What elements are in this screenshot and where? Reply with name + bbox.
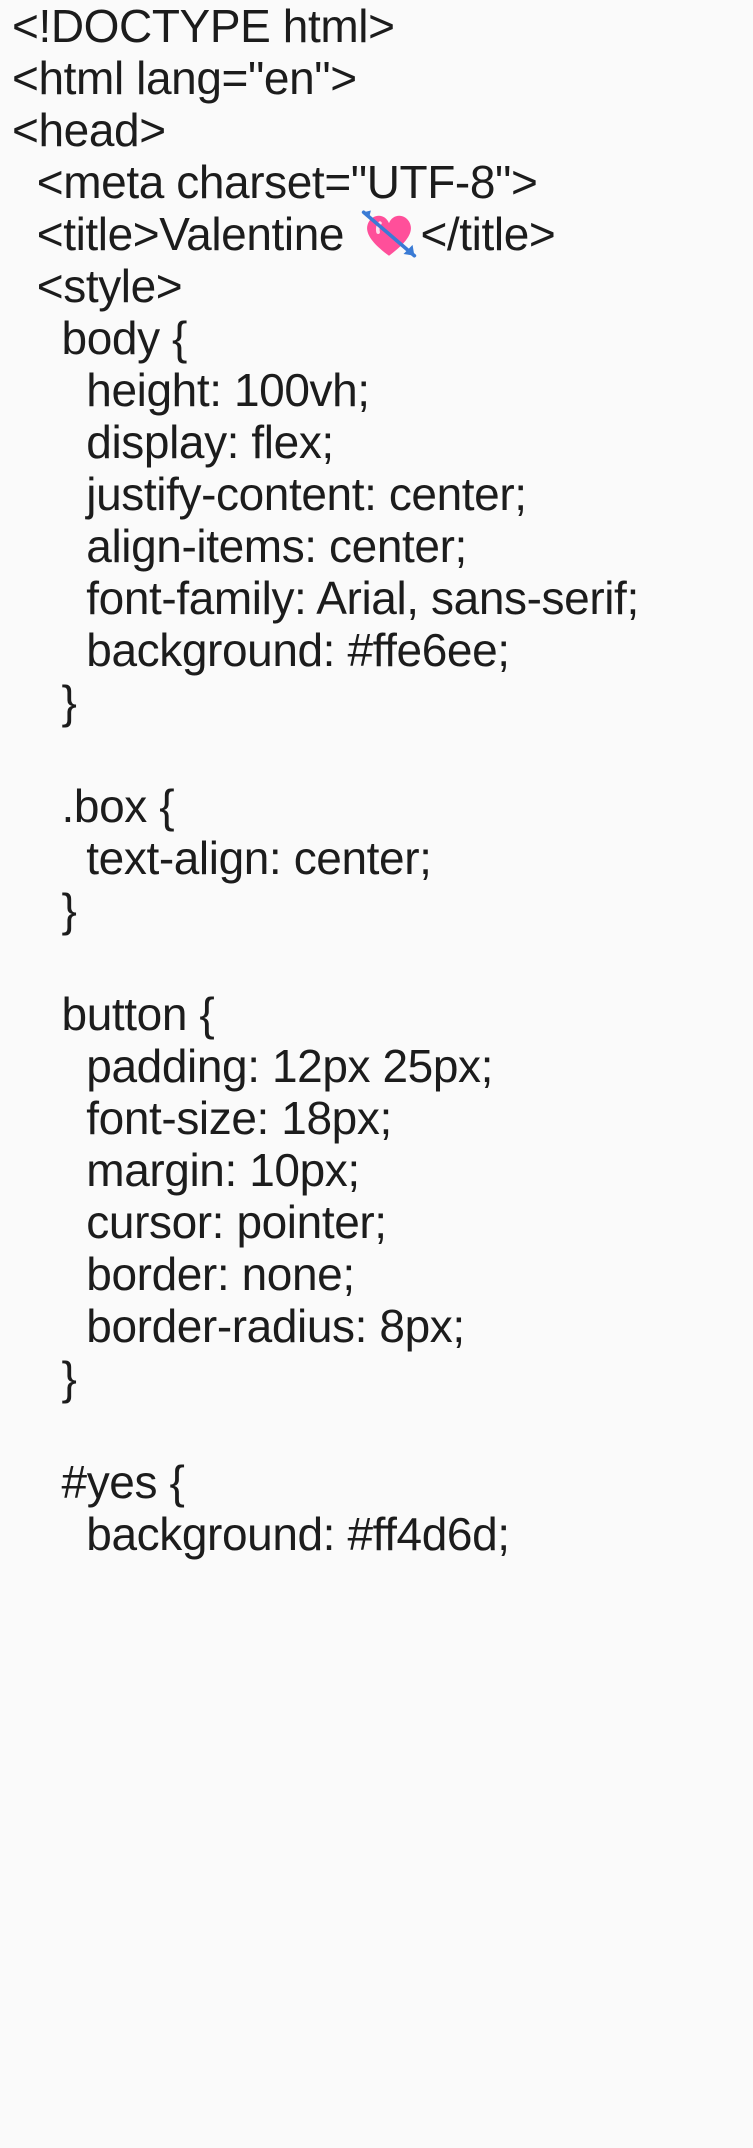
heart-with-arrow-icon [360, 205, 418, 263]
code-line-27: } [12, 1352, 77, 1404]
code-viewer: <!DOCTYPE html> <html lang="en"> <head> … [0, 0, 753, 2148]
code-line-26: border-radius: 8px; [12, 1300, 465, 1352]
code-line-14: } [12, 676, 77, 728]
code-line-18: } [12, 884, 77, 936]
code-line-30: background: #ff4d6d; [12, 1508, 510, 1560]
code-line-13: background: #ffe6ee; [12, 624, 510, 676]
code-line-5-suffix: </title> [420, 208, 556, 260]
